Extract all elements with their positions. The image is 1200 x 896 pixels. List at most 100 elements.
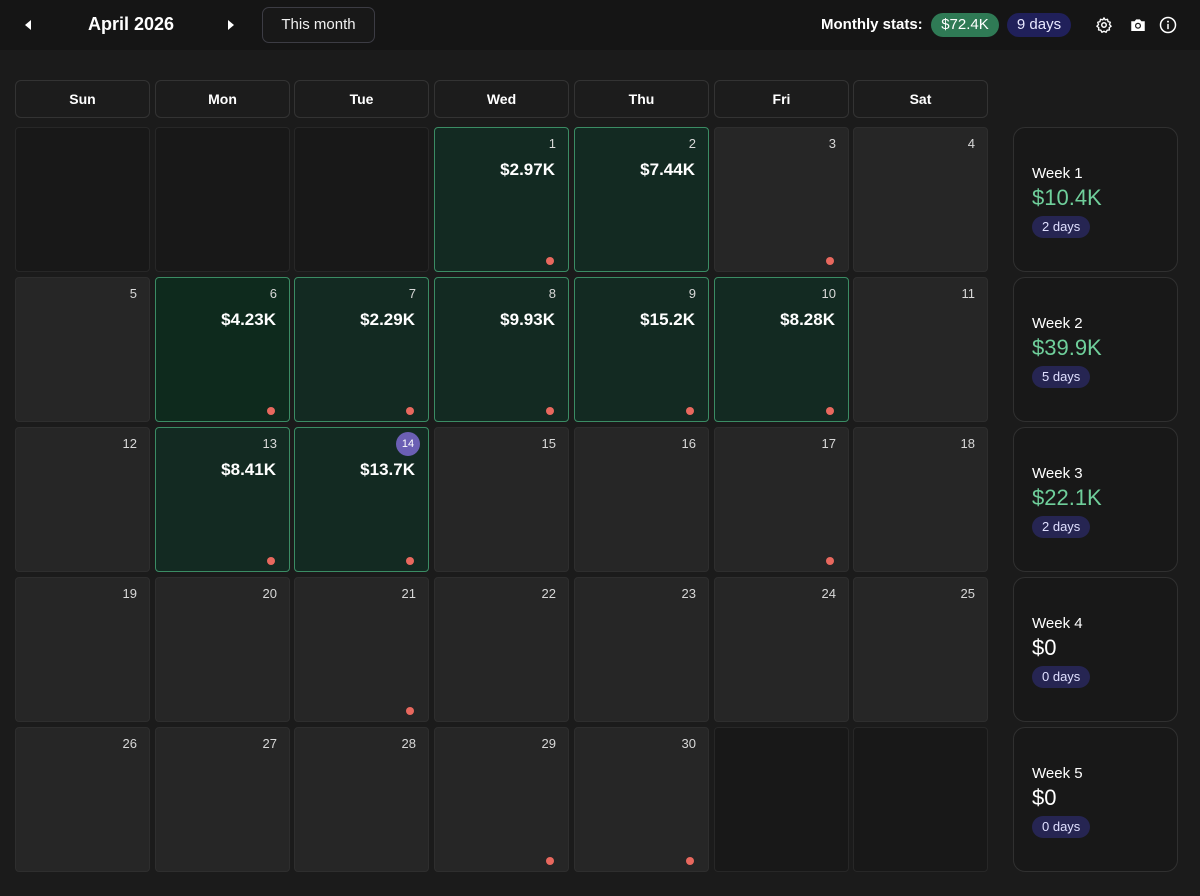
week-summary-1: Week 1 $10.4K 2 days (1013, 127, 1178, 272)
note-dot-icon (546, 257, 554, 265)
calendar-day-30[interactable]: 30 (574, 727, 709, 872)
this-month-button[interactable]: This month (262, 7, 375, 43)
calendar-day-27[interactable]: 27 (155, 727, 290, 872)
gear-icon (1096, 17, 1112, 33)
monthly-stats-label: Monthly stats: (821, 16, 923, 33)
week-profit: $0 (1032, 785, 1057, 810)
day-number: 7 (408, 286, 416, 301)
day-number: 21 (401, 586, 416, 601)
calendar-day-8[interactable]: 8 $9.93K (434, 277, 569, 422)
top-bar: April 2026 This month Monthly stats: $72… (0, 0, 1200, 50)
day-number: 25 (960, 586, 975, 601)
calendar-cell-empty (294, 127, 429, 272)
note-dot-icon (686, 857, 694, 865)
calendar-day-10[interactable]: 10 $8.28K (714, 277, 849, 422)
day-profit: $7.44K (640, 160, 695, 179)
calendar-day-21[interactable]: 21 (294, 577, 429, 722)
calendar-day-14[interactable]: 14 $13.7K (294, 427, 429, 572)
day-profit: $8.41K (221, 460, 276, 479)
calendar-day-15[interactable]: 15 (434, 427, 569, 572)
calendar-day-12[interactable]: 12 (15, 427, 150, 572)
calendar-day-16[interactable]: 16 (574, 427, 709, 572)
day-number: 26 (122, 736, 137, 751)
calendar-day-4[interactable]: 4 (853, 127, 988, 272)
calendar-day-9[interactable]: 9 $15.2K (574, 277, 709, 422)
calendar-day-23[interactable]: 23 (574, 577, 709, 722)
camera-icon (1131, 19, 1145, 31)
day-number: 15 (541, 436, 556, 451)
day-number: 8 (548, 286, 556, 301)
day-number: 19 (122, 586, 137, 601)
week-label: Week 3 (1032, 465, 1083, 482)
chevron-right-icon (228, 20, 234, 30)
note-dot-icon (826, 407, 834, 415)
day-number: 12 (122, 436, 137, 451)
week-label: Week 4 (1032, 615, 1083, 632)
weekday-header-thu: Thu (574, 80, 709, 118)
day-number: 23 (681, 586, 696, 601)
day-number: 4 (967, 136, 975, 151)
note-dot-icon (267, 557, 275, 565)
today-badge: 14 (396, 432, 420, 456)
day-number: 16 (681, 436, 696, 451)
week-summary-3: Week 3 $22.1K 2 days (1013, 427, 1178, 572)
note-dot-icon (686, 407, 694, 415)
calendar-day-26[interactable]: 26 (15, 727, 150, 872)
day-number: 5 (129, 286, 137, 301)
month-title: April 2026 (88, 14, 175, 34)
weekday-header-mon: Mon (155, 80, 290, 118)
note-dot-icon (406, 557, 414, 565)
calendar-day-2[interactable]: 2 $7.44K (574, 127, 709, 272)
calendar-day-11[interactable]: 11 (853, 277, 988, 422)
note-dot-icon (546, 407, 554, 415)
day-number: 29 (541, 736, 556, 751)
day-number: 11 (961, 286, 976, 301)
week-summary-2: Week 2 $39.9K 5 days (1013, 277, 1178, 422)
day-number: 17 (821, 436, 836, 451)
calendar-day-3[interactable]: 3 (714, 127, 849, 272)
calendar-day-7[interactable]: 7 $2.29K (294, 277, 429, 422)
calendar-day-13[interactable]: 13 $8.41K (155, 427, 290, 572)
week-days-badge: 0 days (1032, 816, 1091, 838)
calendar-day-22[interactable]: 22 (434, 577, 569, 722)
weekday-header-sat: Sat (853, 80, 988, 118)
settings-button[interactable] (1095, 16, 1113, 34)
day-number: 30 (681, 736, 696, 751)
week-label: Week 1 (1032, 165, 1083, 182)
note-dot-icon (406, 407, 414, 415)
week-days-badge: 2 days (1032, 516, 1091, 538)
calendar-cell-empty (155, 127, 290, 272)
calendar-day-28[interactable]: 28 (294, 727, 429, 872)
weekday-header-fri: Fri (714, 80, 849, 118)
calendar-day-20[interactable]: 20 (155, 577, 290, 722)
day-profit: $2.97K (500, 160, 555, 179)
day-profit: $15.2K (640, 310, 695, 329)
calendar-day-24[interactable]: 24 (714, 577, 849, 722)
day-number: 22 (541, 586, 556, 601)
prev-month-button[interactable] (16, 13, 40, 37)
calendar-day-19[interactable]: 19 (15, 577, 150, 722)
calendar-day-6[interactable]: 6 $4.23K (155, 277, 290, 422)
info-button[interactable] (1159, 16, 1177, 34)
week-days-badge: 0 days (1032, 666, 1091, 688)
calendar-day-5[interactable]: 5 (15, 277, 150, 422)
day-number: 24 (821, 586, 836, 601)
calendar-day-25[interactable]: 25 (853, 577, 988, 722)
day-number: 6 (269, 286, 277, 301)
screenshot-button[interactable] (1129, 16, 1147, 34)
note-dot-icon (406, 707, 414, 715)
day-number: 28 (401, 736, 416, 751)
calendar-day-29[interactable]: 29 (434, 727, 569, 872)
monthly-profit-badge: $72.4K (931, 13, 999, 37)
calendar-cell-empty (853, 727, 988, 872)
calendar-cell-empty (714, 727, 849, 872)
day-number: 9 (688, 286, 696, 301)
calendar-day-18[interactable]: 18 (853, 427, 988, 572)
weekday-header-wed: Wed (434, 80, 569, 118)
calendar-day-1[interactable]: 1 $2.97K (434, 127, 569, 272)
day-number: 2 (688, 136, 696, 151)
note-dot-icon (826, 257, 834, 265)
calendar-cell-empty (15, 127, 150, 272)
calendar-day-17[interactable]: 17 (714, 427, 849, 572)
next-month-button[interactable] (219, 13, 243, 37)
